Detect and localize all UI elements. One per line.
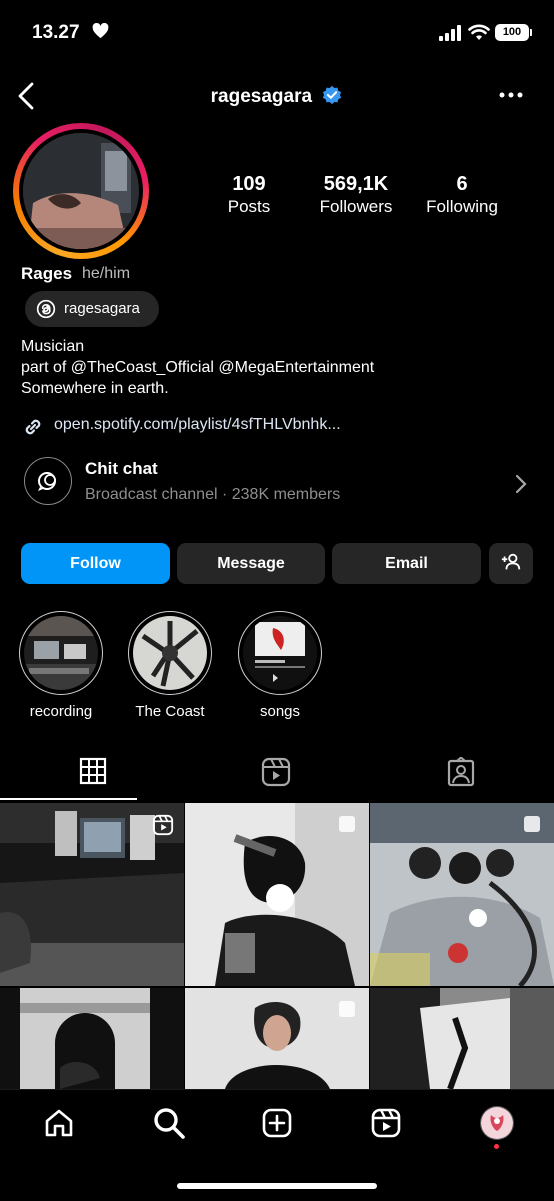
tagged-tab-icon[interactable] (447, 757, 475, 787)
highlight-label: recording (29, 703, 93, 720)
reels-tab-icon[interactable] (261, 757, 291, 787)
threads-icon (36, 299, 56, 319)
carousel-icon (339, 816, 355, 832)
avatar[interactable] (23, 133, 139, 249)
post-tile[interactable] (185, 803, 369, 986)
threads-handle: ragesagara (64, 300, 140, 317)
email-button[interactable]: Email (332, 543, 481, 584)
add-person-icon (501, 553, 521, 570)
carousel-icon (524, 816, 540, 832)
highlight-the-coast-cover[interactable] (133, 616, 207, 690)
username-text: ragesagara (210, 86, 313, 107)
following-label[interactable]: Following (397, 197, 527, 217)
message-button[interactable]: Message (177, 543, 325, 584)
post-tile[interactable] (370, 803, 554, 986)
battery-tip (530, 29, 532, 36)
status-time: 13.27 (32, 22, 80, 43)
more-options-icon[interactable] (499, 87, 523, 103)
follow-button[interactable]: Follow (21, 543, 170, 584)
reel-badge-icon (152, 814, 174, 836)
profile-username: ragesagara (0, 84, 554, 108)
heart-icon (92, 23, 109, 39)
home-indicator (177, 1183, 377, 1189)
bio-line-2[interactable]: part of @TheCoast_Official @MegaEntertai… (21, 357, 374, 378)
following-count[interactable]: 6 (397, 173, 527, 196)
signal-icon (439, 25, 461, 41)
channel-title[interactable]: Chit chat (85, 459, 158, 479)
search-icon[interactable] (152, 1106, 186, 1140)
broadcast-channel-icon[interactable] (24, 457, 72, 505)
chevron-right-icon[interactable] (514, 474, 528, 494)
pronouns: he/him (82, 265, 131, 282)
wifi-icon (468, 24, 490, 40)
active-tab-indicator (0, 798, 137, 800)
grid-tab-icon[interactable] (79, 757, 107, 785)
home-icon[interactable] (43, 1107, 75, 1139)
bio-line-3: Somewhere in earth. (21, 380, 169, 397)
channel-subtitle: Broadcast channel · 238K members (85, 486, 341, 503)
profile-link[interactable]: open.spotify.com/playlist/4sfTHLVbnhk... (54, 416, 341, 434)
link-icon (25, 419, 41, 435)
suggested-users-button[interactable] (489, 543, 533, 584)
highlight-label: songs (259, 703, 301, 720)
highlight-songs-cover[interactable] (243, 616, 317, 690)
profile-avatar-tab[interactable] (480, 1106, 514, 1140)
reels-icon[interactable] (370, 1107, 402, 1139)
post-tile[interactable] (0, 803, 184, 986)
verified-badge-icon (323, 85, 342, 105)
highlight-recording-cover[interactable] (24, 616, 98, 690)
create-post-icon[interactable] (261, 1107, 293, 1139)
battery-indicator: 100 (495, 24, 529, 41)
bio-line-1: Musician (21, 338, 85, 355)
notification-dot (494, 1144, 499, 1149)
highlight-label: The Coast (135, 703, 205, 720)
carousel-icon (339, 1001, 355, 1017)
display-name: Rages (21, 264, 73, 283)
